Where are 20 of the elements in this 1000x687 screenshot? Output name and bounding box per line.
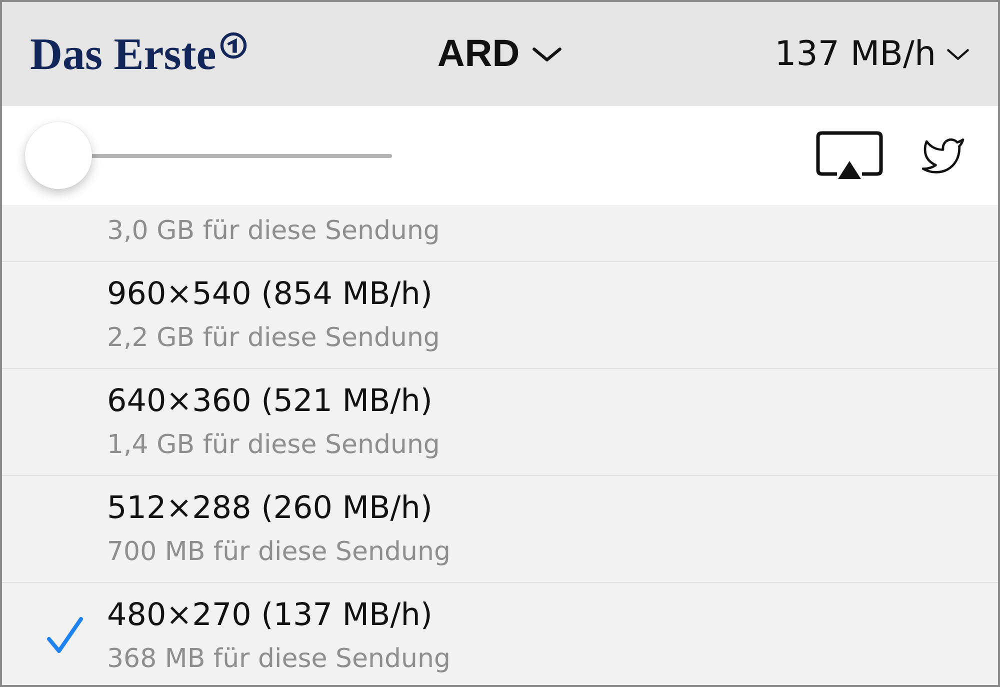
slider-thumb[interactable] [25,122,92,189]
channel-dropdown[interactable]: ARD [437,32,563,76]
chevron-down-icon [946,48,970,60]
quality-dropdown[interactable]: 137 MB/h [774,34,970,74]
option-size: 2,2 GB für diese Sendung [107,322,440,355]
slider-track[interactable] [25,122,392,189]
option-title: 960×540 (854 MB/h) [107,275,432,314]
option-size: 1,4 GB für diese Sendung [107,429,440,462]
option-title: 512×288 (260 MB/h) [107,489,432,528]
option-size: 368 MB für diese Sendung [107,643,450,676]
logo-emblem-icon [220,32,248,59]
option-title: 640×360 (521 MB/h) [107,382,432,421]
option-size: 700 MB für diese Sendung [107,536,450,569]
checkmark-icon [46,616,84,654]
option-title: 480×270 (137 MB/h) [107,596,432,635]
screen-cast-icon[interactable] [816,131,883,180]
bird-icon[interactable] [921,136,965,176]
chevron-down-icon [530,46,563,62]
logo-text: Das Erste [30,29,216,79]
option-size: 3,0 GB für diese Sendung [107,215,440,248]
